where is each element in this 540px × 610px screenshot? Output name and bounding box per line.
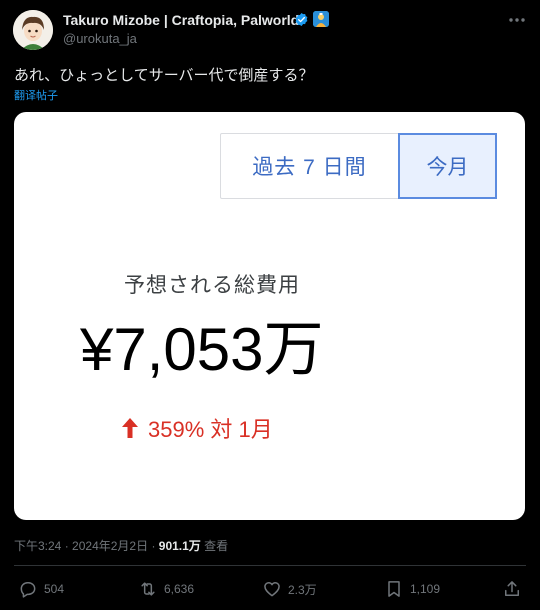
period-toggle: 過去 7 日間 今月	[220, 133, 497, 199]
avatar-image	[13, 10, 53, 50]
retweet-button[interactable]: 6,636	[138, 578, 194, 600]
translate-link[interactable]: 翻译帖子	[14, 87, 58, 103]
cost-change-indicator: 359% 対 1月	[120, 412, 273, 444]
reply-button[interactable]: 504	[18, 578, 64, 600]
author-name[interactable]: Takuro Mizobe | Craftopia, Palworld	[63, 12, 299, 28]
like-button[interactable]: 2.3万	[262, 578, 317, 600]
forecast-cost-value: ¥7,053万	[80, 316, 324, 383]
retweet-count: 6,636	[164, 582, 195, 596]
arrow-up-icon	[122, 418, 138, 438]
tweet-meta: 下午3:24 · 2024年2月2日 · 901.1万 查看	[14, 537, 228, 554]
more-icon	[509, 18, 525, 22]
tweet-text: あれ、ひょっとしてサーバー代で倒産する？	[14, 67, 314, 84]
meta-separator: ·	[64, 539, 69, 553]
verified-badge-icon	[295, 12, 308, 27]
reply-count: 504	[44, 582, 65, 596]
like-count: 2.3万	[288, 582, 317, 597]
views-label: 查看	[204, 539, 229, 553]
reply-icon	[20, 582, 36, 598]
period-last-7-days-button[interactable]: 過去 7 日間	[221, 134, 398, 198]
meta-separator: ·	[151, 539, 156, 553]
forecast-cost-label: 予想される総費用	[124, 274, 300, 297]
more-button[interactable]	[505, 10, 529, 30]
share-button[interactable]	[502, 578, 528, 600]
share-icon	[505, 581, 519, 596]
media-image[interactable]: 過去 7 日間 今月 予想される総費用 ¥7,053万 359% 対 1月	[14, 112, 525, 520]
period-this-month-button[interactable]: 今月	[398, 133, 497, 199]
avatar[interactable]	[13, 10, 53, 50]
author-handle[interactable]: @urokuta_ja	[63, 31, 137, 46]
tweet-date[interactable]: 2024年2月2日	[72, 539, 148, 553]
retweet-icon	[141, 582, 155, 596]
tweet: Takuro Mizobe | Craftopia, Palworld @uro…	[0, 0, 540, 610]
bookmark-button[interactable]: 1,109	[384, 578, 440, 600]
bookmark-count: 1,109	[410, 582, 441, 596]
tweet-time[interactable]: 下午3:24	[14, 539, 61, 553]
heart-icon	[264, 582, 280, 597]
bookmark-icon	[388, 581, 400, 597]
affiliate-badge-icon[interactable]	[313, 11, 329, 27]
views-count: 901.1万	[158, 539, 201, 553]
cost-change-text: 359% 対 1月	[148, 417, 273, 442]
divider	[14, 565, 526, 566]
